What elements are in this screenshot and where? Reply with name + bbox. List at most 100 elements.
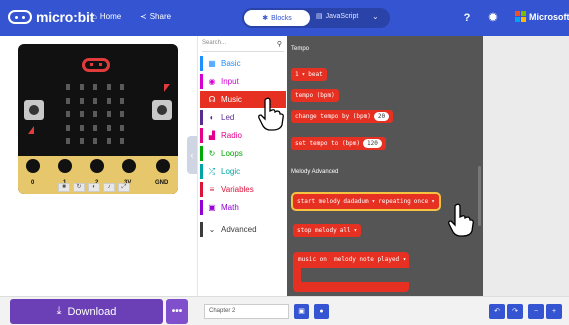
microsoft-grid-icon bbox=[515, 11, 526, 22]
pin-0[interactable] bbox=[26, 159, 40, 173]
save-button[interactable]: ▣ bbox=[294, 304, 309, 319]
change-tempo-block[interactable]: change tempo by (bpm) 20 bbox=[291, 110, 394, 123]
repeat-dropdown[interactable]: once bbox=[414, 198, 428, 205]
grid-icon: ▦ bbox=[208, 59, 216, 68]
pin-2[interactable] bbox=[90, 159, 104, 173]
mute-icon[interactable]: ♪ bbox=[103, 183, 115, 192]
stop-dropdown[interactable]: all bbox=[340, 227, 351, 234]
dropdown-icon: ▾ bbox=[431, 198, 435, 205]
download-button[interactable]: ⤓ Download bbox=[10, 299, 163, 324]
project-name-input[interactable]: Chapter 2 bbox=[204, 304, 289, 319]
microsoft-label: Microsoft bbox=[529, 11, 569, 22]
category-math[interactable]: ▣ Math bbox=[200, 199, 286, 216]
javascript-tab[interactable]: ▤ JavaScript bbox=[316, 12, 359, 21]
save-icon: ▣ bbox=[298, 308, 305, 315]
restart-icon[interactable]: ↻ bbox=[73, 183, 85, 192]
download-label: Download bbox=[67, 305, 117, 318]
simulator-controls: ■ ↻ ◐ ♪ ⤢ bbox=[58, 183, 130, 192]
triangle-b-icon bbox=[164, 84, 170, 92]
search-placeholder: Search... bbox=[202, 40, 227, 46]
zoom-out-icon: − bbox=[533, 308, 539, 315]
statement-slot bbox=[301, 268, 409, 282]
logo-text: micro:bit bbox=[36, 9, 95, 25]
start-melody-block[interactable]: start melody dadadum ▾ repeating once ▾ bbox=[291, 192, 441, 211]
hand-cursor-icon bbox=[258, 97, 284, 131]
stop-icon[interactable]: ■ bbox=[58, 183, 70, 192]
category-label: Logic bbox=[221, 167, 241, 176]
stop-melody-block[interactable]: stop melody all ▾ bbox=[293, 224, 362, 237]
slowmo-icon[interactable]: ◐ bbox=[88, 183, 100, 192]
category-label: Music bbox=[221, 95, 242, 104]
category-label: Loops bbox=[221, 149, 243, 158]
set-tempo-label: set tempo to (bpm) bbox=[295, 140, 361, 147]
category-input[interactable]: ◉ Input bbox=[200, 73, 286, 90]
javascript-label: JavaScript bbox=[325, 12, 359, 20]
shuffle-icon: ⤮ bbox=[208, 166, 216, 176]
github-button[interactable]: ● bbox=[314, 304, 329, 319]
category-label: Led bbox=[221, 113, 235, 122]
question-icon[interactable]: ? bbox=[460, 11, 474, 25]
code-icon: ▤ bbox=[316, 13, 323, 20]
melody-dropdown[interactable]: dadadum bbox=[343, 198, 368, 205]
tempo-block[interactable]: tempo (bpm) bbox=[291, 89, 339, 102]
tempo-label: tempo (bpm) bbox=[295, 92, 335, 99]
category-loops[interactable]: ↻ Loops bbox=[200, 145, 286, 162]
editor-canvas[interactable] bbox=[483, 36, 569, 296]
change-tempo-value[interactable]: 20 bbox=[373, 112, 390, 121]
music-on-block[interactable]: music on melody note played ▾ bbox=[293, 252, 409, 292]
share-button[interactable]: ≺ Share bbox=[140, 12, 171, 21]
dropdown-icon: ▾ bbox=[371, 198, 376, 205]
set-tempo-value[interactable]: 120 bbox=[363, 139, 382, 148]
search-icon[interactable]: ⚲ bbox=[277, 40, 282, 48]
triangle-a-icon bbox=[28, 126, 34, 134]
github-icon: ● bbox=[319, 308, 324, 315]
home-icon: ⌂ bbox=[92, 12, 97, 21]
undo-icon: ↶ bbox=[494, 308, 500, 315]
zoom-in-icon: + bbox=[551, 308, 557, 315]
blocks-tab[interactable]: ✱ Blocks bbox=[244, 10, 310, 26]
button-b[interactable] bbox=[152, 100, 172, 120]
editor-toggle: ✱ Blocks ▤ JavaScript ⌄ bbox=[242, 8, 390, 28]
search-input[interactable]: Search... ⚲ bbox=[202, 40, 284, 52]
top-bar: micro:bit ⌂ Home ≺ Share ✱ Blocks ▤ Java… bbox=[0, 0, 569, 36]
category-label: Radio bbox=[221, 131, 242, 140]
pin-1[interactable] bbox=[58, 159, 72, 173]
zoom-in-button[interactable]: + bbox=[546, 304, 562, 319]
category-label: Advanced bbox=[221, 225, 257, 234]
category-label: Math bbox=[221, 203, 239, 212]
list-icon: ≡ bbox=[209, 185, 215, 194]
beat-value: 1 bbox=[295, 71, 299, 78]
undo-button[interactable]: ↶ bbox=[489, 304, 505, 319]
microsoft-logo[interactable]: Microsoft bbox=[515, 11, 569, 22]
flyout-scrollbar[interactable] bbox=[478, 166, 481, 226]
toggle-icon: ◐ bbox=[209, 113, 215, 122]
pin-gnd[interactable] bbox=[156, 159, 170, 173]
button-a[interactable] bbox=[24, 100, 44, 120]
chevron-down-icon: ⌄ bbox=[208, 225, 216, 234]
blocks-label: Blocks bbox=[271, 14, 292, 22]
beat-block[interactable]: 1 ▾ beat bbox=[291, 68, 327, 81]
bottom-bar: ⤓ Download ••• Chapter 2 ▣ ● ↶ ↷ − + bbox=[0, 296, 569, 325]
category-basic[interactable]: ▦ Basic bbox=[200, 55, 286, 72]
chevron-down-icon[interactable]: ⌄ bbox=[372, 12, 379, 21]
dropdown-icon: ▾ bbox=[353, 227, 358, 234]
gear-icon[interactable]: ✹ bbox=[486, 11, 500, 25]
redo-button[interactable]: ↷ bbox=[507, 304, 523, 319]
more-options-button[interactable]: ••• bbox=[166, 299, 188, 324]
set-tempo-block[interactable]: set tempo to (bpm) 120 bbox=[291, 137, 386, 150]
hand-cursor-icon bbox=[448, 203, 474, 237]
category-logic[interactable]: ⤮ Logic bbox=[200, 163, 286, 180]
microbit-face-icon bbox=[82, 58, 110, 72]
collapse-simulator-button[interactable]: ‹ bbox=[187, 136, 197, 174]
music-event-dropdown[interactable]: melody note played bbox=[334, 256, 399, 263]
zoom-out-button[interactable]: − bbox=[528, 304, 544, 319]
pin-3v[interactable] bbox=[122, 159, 136, 173]
dropdown-icon: ▾ bbox=[301, 71, 306, 78]
microbit-logo[interactable]: micro:bit bbox=[8, 9, 94, 25]
home-button[interactable]: ⌂ Home bbox=[92, 12, 121, 21]
category-variables[interactable]: ≡ Variables bbox=[200, 181, 286, 198]
stop-melody-label: stop melody bbox=[297, 227, 337, 234]
fullscreen-icon[interactable]: ⤢ bbox=[118, 183, 130, 192]
beat-suffix: beat bbox=[308, 71, 323, 78]
category-advanced[interactable]: ⌄ Advanced bbox=[200, 221, 286, 238]
